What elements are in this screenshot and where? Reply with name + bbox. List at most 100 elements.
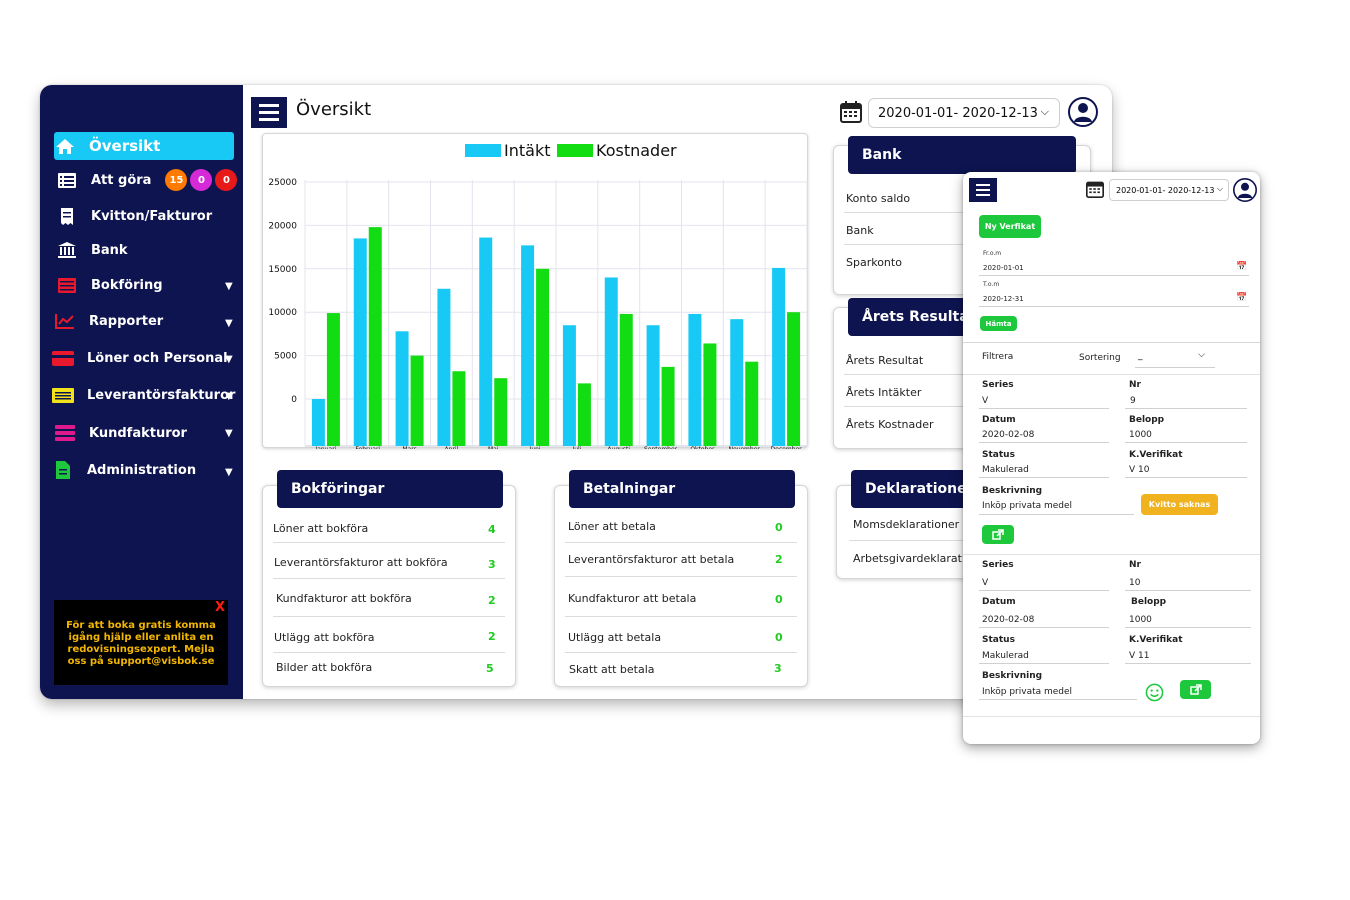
list-item[interactable]: Leverantörsfakturor att bokföra [274,556,448,569]
bar-intakt[interactable] [604,277,618,446]
sidebar: Översikt Att göra 15 0 0 Kvitton/Fakturo… [40,85,243,699]
bar-kostnader[interactable] [661,366,675,446]
bar-intakt[interactable] [395,331,409,446]
bar-intakt[interactable] [353,238,367,446]
open-link-button[interactable] [1180,680,1211,699]
sidebar-item-att-gora[interactable]: Att göra 15 0 0 [56,166,238,194]
bar-intakt[interactable] [437,288,451,446]
calendar-icon[interactable]: 📅 [1236,262,1247,272]
hamburger-menu-button[interactable] [251,97,287,128]
user-avatar-icon[interactable] [1233,178,1257,206]
ledger-icon [56,276,78,294]
sidebar-item-bank[interactable]: Bank [56,236,128,264]
sort-select[interactable]: _ ⌵ [1135,346,1215,368]
to-date-input[interactable]: 2020-12-31 [983,295,1024,303]
list-item[interactable]: Kundfakturor att betala [568,592,696,605]
chevron-down-icon[interactable]: ▼ [225,467,233,478]
x-tick-label: Februari [355,446,380,449]
sidebar-item-label: Bokföring [91,277,163,293]
bar-intakt[interactable] [562,325,576,446]
list-item[interactable]: Bilder att bokföra [276,661,372,674]
beskrivning-value: Inköp privata medel [982,501,1073,511]
date-range-select[interactable]: 2020-01-01- 2020-12-13 ⌵ [1109,179,1229,201]
bar-kostnader[interactable] [745,361,759,446]
sidebar-item-loner[interactable]: Löner och Personal [52,344,228,372]
date-range-value: 2020-01-01- 2020-12-13 [878,105,1038,121]
chevron-down-icon[interactable]: ▼ [225,318,233,329]
list-item[interactable]: Löner att betala [568,520,656,533]
x-tick-label: Juni [529,446,541,449]
list-item[interactable]: Skatt att betala [569,663,655,676]
datum-label: Datum [982,415,1016,425]
count-value: 2 [488,594,496,607]
bar-intakt[interactable] [521,245,535,446]
sidebar-item-oversikt[interactable]: Översikt [54,132,234,160]
bar-kostnader[interactable] [577,383,591,446]
beskrivning-label: Beskrivning [982,486,1043,496]
user-avatar-icon[interactable] [1068,97,1098,131]
sidebar-item-rapporter[interactable]: Rapporter [54,307,163,335]
filter-label[interactable]: Filtrera [982,352,1013,362]
bar-intakt[interactable] [311,399,325,446]
new-verifikat-button[interactable]: Ny Verfikat [979,215,1041,238]
calendar-icon[interactable]: 📅 [1236,293,1247,303]
bar-intakt[interactable] [688,313,702,446]
series-value: V [982,396,989,406]
bokforingar-card: Bokföringar Löner att bokföra 4 Leverant… [262,470,516,687]
bar-kostnader[interactable] [703,343,717,446]
page-stage: Översikt Att göra 15 0 0 Kvitton/Fakturo… [0,0,1350,900]
count-value: 4 [488,523,496,536]
x-tick-label: Januari [314,446,336,449]
bar-intakt[interactable] [646,325,660,446]
list-item[interactable]: Utlägg att betala [568,631,661,644]
chevron-down-icon[interactable]: ▼ [225,281,233,292]
open-link-button[interactable] [982,525,1014,544]
sidebar-item-bokforing[interactable]: Bokföring [56,271,163,299]
bar-kostnader[interactable] [410,355,424,446]
sidebar-item-administration[interactable]: Administration [52,456,196,484]
support-promo: X För att boka gratis komma igång hjälp … [54,600,228,685]
bar-kostnader[interactable] [619,313,633,446]
bar-kostnader[interactable] [536,268,550,446]
smiley-icon[interactable] [1145,683,1164,706]
legend-label: Kostnader [596,141,677,160]
list-item[interactable]: Utlägg att bokföra [274,631,374,644]
sidebar-item-leverantorsfakturor[interactable]: Leverantörsfakturor [52,381,235,409]
chevron-down-icon[interactable]: ▼ [225,354,233,365]
legend-label: Intäkt [504,141,550,160]
bar-intakt[interactable] [772,267,786,446]
list-item[interactable]: Momsdeklarationer [853,518,959,531]
y-tick-label: 25000 [268,178,297,188]
close-icon[interactable]: X [215,601,225,614]
count-value: 2 [488,630,496,643]
bar-kostnader[interactable] [368,227,382,446]
x-tick-label: Augusti [607,446,630,449]
bar-kostnader[interactable] [494,378,508,446]
bar-kostnader[interactable] [787,312,801,446]
fetch-button[interactable]: Hämta [980,316,1017,331]
list-item[interactable]: Leverantörsfakturor att betala [568,553,734,566]
sidebar-item-kvitton[interactable]: Kvitton/Fakturor [56,202,212,230]
belopp-label: Belopp [1129,415,1165,425]
list-item[interactable]: Kundfakturor att bokföra [276,592,412,605]
kvitto-saknas-button[interactable]: Kvitto saknas [1141,494,1218,515]
beskrivning-value: Inköp privata medel [982,687,1073,697]
kverifikat-value: V 11 [1129,651,1150,661]
sidebar-item-kundfakturor[interactable]: Kundfakturor [54,419,187,447]
bar-kostnader[interactable] [452,371,466,446]
calendar-icon[interactable] [1086,180,1104,202]
bar-intakt[interactable] [479,237,493,446]
badge-orange: 15 [165,169,188,191]
count-value: 5 [486,662,494,675]
bar-intakt[interactable] [730,319,744,446]
bar-kostnader[interactable] [326,313,340,446]
from-date-input[interactable]: 2020-01-01 [983,264,1024,272]
calendar-icon[interactable] [840,101,862,127]
chevron-down-icon[interactable]: ▼ [225,428,233,439]
chevron-down-icon[interactable]: ▼ [225,391,233,402]
list-item[interactable]: Löner att bokföra [273,522,368,535]
kverifikat-value: V 10 [1129,465,1150,475]
date-range-select[interactable]: 2020-01-01- 2020-12-13 ⌵ [868,98,1060,128]
receipt-icon [56,207,78,225]
hamburger-menu-button[interactable] [969,178,997,202]
